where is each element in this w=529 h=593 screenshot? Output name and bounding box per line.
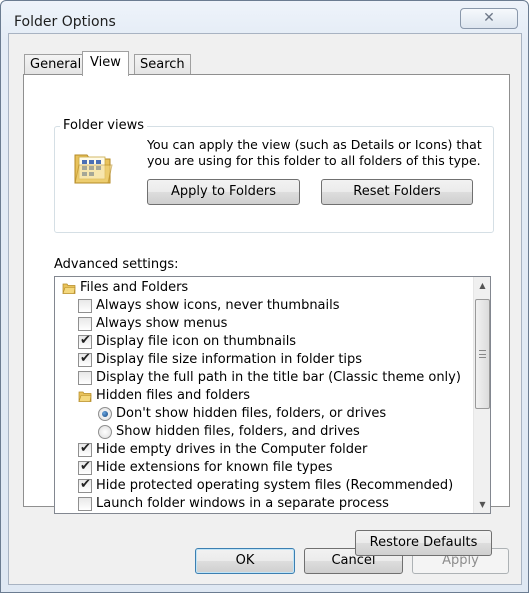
- tab-general[interactable]: General: [24, 54, 88, 75]
- checkmark-icon: ✔: [80, 459, 91, 474]
- tab-label: General: [30, 57, 82, 72]
- tree-folder-node: Files and Folders: [55, 279, 473, 297]
- tree-item-label: Display file size information in folder …: [96, 352, 363, 367]
- checkbox[interactable]: [78, 371, 92, 385]
- folder-icon: [78, 391, 92, 402]
- checkmark-icon: ✔: [80, 351, 91, 366]
- folder-icon: [74, 154, 113, 184]
- dialog-client-area: General View Search Folder views You can…: [8, 33, 522, 585]
- checkbox-option[interactable]: ✔ Display file size information in folder…: [55, 351, 473, 369]
- tree-item-label: Don't show hidden files, folders, or dri…: [116, 406, 387, 421]
- checkbox-option[interactable]: Always show icons, never thumbnails: [55, 297, 473, 315]
- checkbox-option[interactable]: ✔ Hide protected operating system files (…: [55, 477, 473, 495]
- checkmark-icon: ✔: [80, 441, 91, 456]
- checkmark-icon: ✔: [80, 477, 91, 492]
- tree-item-label: Always show icons, never thumbnails: [96, 298, 340, 313]
- checkbox[interactable]: [78, 299, 92, 313]
- tree-item-label: Display file icon on thumbnails: [96, 334, 297, 349]
- scroll-up-icon[interactable]: ▲: [474, 277, 490, 294]
- tree-item-label: Hidden files and folders: [96, 388, 251, 403]
- advanced-settings-tree: Files and Folders Always show icons, neve…: [54, 276, 491, 514]
- folder-options-window: Folder Options ✕ General View Search Fol…: [0, 0, 529, 593]
- checkbox[interactable]: ✔: [78, 441, 92, 457]
- tree-item-label: Show hidden files, folders, and drives: [116, 424, 360, 439]
- window-title: Folder Options: [14, 14, 116, 30]
- close-icon: ✕: [483, 10, 495, 26]
- folder-views-group: Folder views You can apply the view (suc…: [54, 118, 494, 233]
- folder-views-legend: Folder views: [60, 118, 148, 133]
- view-tab-panel: Folder views You can apply the view (suc…: [23, 74, 510, 556]
- checkbox[interactable]: ✔: [78, 459, 92, 475]
- radio-button[interactable]: [98, 425, 112, 439]
- tab-search[interactable]: Search: [134, 54, 191, 75]
- restore-defaults-button[interactable]: Restore Defaults: [355, 530, 492, 556]
- advanced-settings-label: Advanced settings:: [54, 257, 179, 272]
- tree-item-label: Hide protected operating system files (R…: [96, 478, 454, 493]
- tab-label: View: [90, 55, 121, 70]
- apply-to-folders-button[interactable]: Apply to Folders: [147, 179, 300, 205]
- tree-folder-node: Hidden files and folders: [55, 387, 473, 405]
- tree-item-label: Hide empty drives in the Computer folder: [96, 442, 368, 457]
- checkbox-option[interactable]: Always show menus: [55, 315, 473, 333]
- scroll-down-icon[interactable]: ▼: [474, 496, 490, 513]
- tree-item-label: Launch folder windows in a separate proc…: [96, 496, 389, 511]
- radio-option[interactable]: Don't show hidden files, folders, or dri…: [55, 405, 473, 423]
- tree-item-label: Files and Folders: [80, 280, 189, 295]
- radio-option[interactable]: Show hidden files, folders, and drives: [55, 423, 473, 441]
- reset-folders-button[interactable]: Reset Folders: [321, 179, 473, 205]
- ok-button[interactable]: OK: [195, 548, 295, 574]
- tab-view[interactable]: View: [82, 51, 129, 76]
- checkbox-option[interactable]: ✔ Hide empty drives in the Computer folde…: [55, 441, 473, 459]
- vertical-scrollbar[interactable]: ▲ ▼: [473, 277, 490, 513]
- radio-selected-dot: [102, 411, 108, 417]
- checkbox-option[interactable]: ✔ Hide extensions for known file types: [55, 459, 473, 477]
- checkbox[interactable]: [78, 497, 92, 511]
- checkbox[interactable]: ✔: [78, 477, 92, 493]
- close-button[interactable]: ✕: [460, 8, 518, 29]
- checkbox-option[interactable]: Launch folder windows in a separate proc…: [55, 495, 473, 513]
- tree-item-label: Display the full path in the title bar (…: [96, 370, 461, 385]
- checkbox-option[interactable]: ✔ Display file icon on thumbnails: [55, 333, 473, 351]
- tree-item-label: Hide extensions for known file types: [96, 460, 333, 475]
- folder-icon: [62, 283, 76, 294]
- tab-label: Search: [140, 57, 185, 72]
- checkbox-option[interactable]: Display the full path in the title bar (…: [55, 369, 473, 387]
- checkbox[interactable]: [78, 317, 92, 331]
- radio-button[interactable]: [98, 407, 112, 421]
- checkbox[interactable]: ✔: [78, 351, 92, 367]
- tree-item-label: Always show menus: [96, 316, 228, 331]
- checkmark-icon: ✔: [80, 333, 91, 348]
- checkbox[interactable]: ✔: [78, 333, 92, 349]
- grip-icon: [479, 350, 486, 358]
- scrollbar-thumb[interactable]: [475, 299, 490, 409]
- folder-views-description: You can apply the view (such as Details …: [147, 137, 482, 168]
